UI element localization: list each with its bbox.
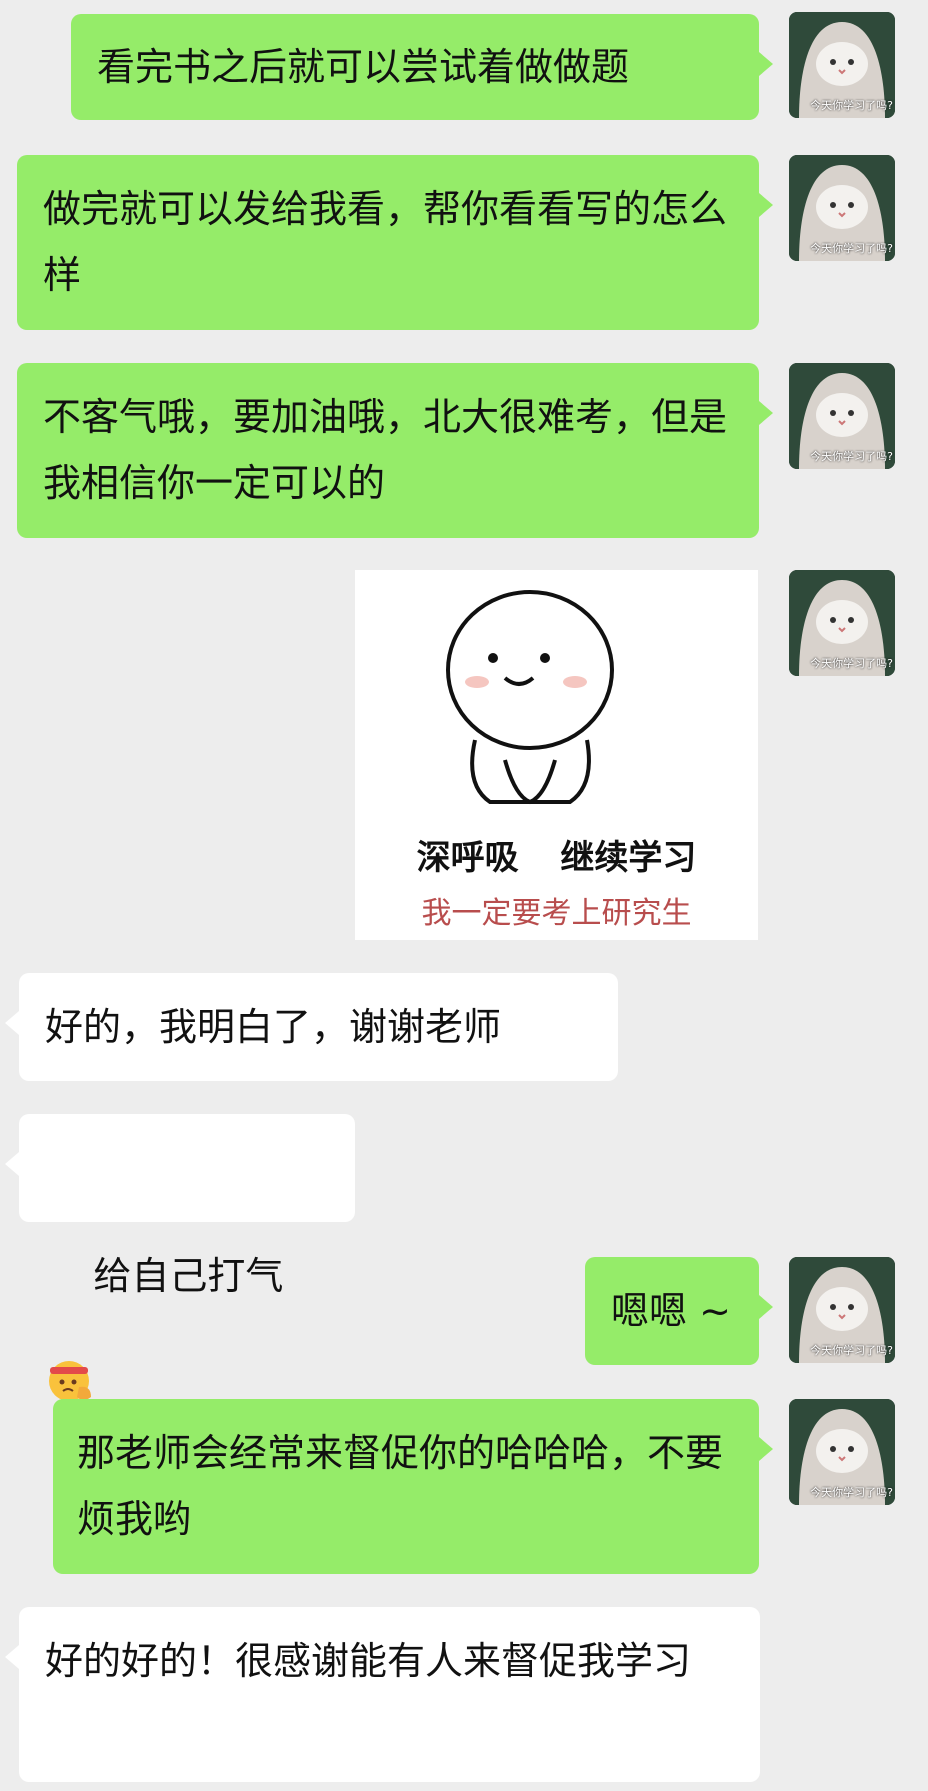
- outgoing-message[interactable]: 做完就可以发给我看，帮你看看写的怎么样: [17, 155, 773, 330]
- avatar-caption: 今天你学习了吗?: [810, 242, 893, 255]
- sticker-message[interactable]: 深呼吸 继续学习 我一定要考上研究生: [355, 570, 758, 940]
- incoming-message[interactable]: 给自己打气: [5, 1114, 355, 1401]
- outgoing-message[interactable]: 那老师会经常来督促你的哈哈哈，不要烦我哟: [53, 1399, 773, 1574]
- sender-avatar[interactable]: 今天你学习了吗?: [789, 12, 895, 118]
- incoming-message[interactable]: 好的，我明白了，谢谢老师: [5, 973, 618, 1081]
- avatar-caption: 今天你学习了吗?: [810, 450, 893, 463]
- sender-avatar[interactable]: 今天你学习了吗?: [789, 1399, 895, 1505]
- sender-avatar[interactable]: 今天你学习了吗?: [789, 155, 895, 261]
- avatar-caption: 今天你学习了吗?: [810, 657, 893, 670]
- outgoing-message[interactable]: 看完书之后就可以尝试着做做题: [71, 14, 773, 120]
- avatar-caption: 今天你学习了吗?: [810, 1344, 893, 1357]
- sticker-caption-main: 深呼吸 继续学习: [416, 838, 697, 878]
- outgoing-message[interactable]: 不客气哦，要加油哦，北大很难考，但是我相信你一定可以的: [17, 363, 773, 538]
- avatar-caption: 今天你学习了吗?: [810, 1486, 893, 1499]
- chat-area: 看完书之后就可以尝试着做做题 今天你学习了吗? 做完就可以发给我看，帮你看看写的…: [0, 0, 928, 1791]
- sender-avatar[interactable]: 今天你学习了吗?: [789, 1257, 895, 1363]
- sender-avatar[interactable]: 今天你学习了吗?: [789, 363, 895, 469]
- avatar-caption: 今天你学习了吗?: [810, 99, 893, 112]
- message-text: 给自己打气: [93, 1254, 284, 1298]
- outgoing-message[interactable]: 嗯嗯 ~: [585, 1257, 773, 1365]
- incoming-message[interactable]: 好的好的！很感谢能有人来督促我学习: [5, 1607, 760, 1782]
- sticker-caption-sub: 我一定要考上研究生: [421, 896, 692, 931]
- sender-avatar[interactable]: 今天你学习了吗?: [789, 570, 895, 676]
- saluting-face-with-headband-emoji: [49, 1361, 91, 1401]
- smiley-character-icon: [446, 590, 614, 805]
